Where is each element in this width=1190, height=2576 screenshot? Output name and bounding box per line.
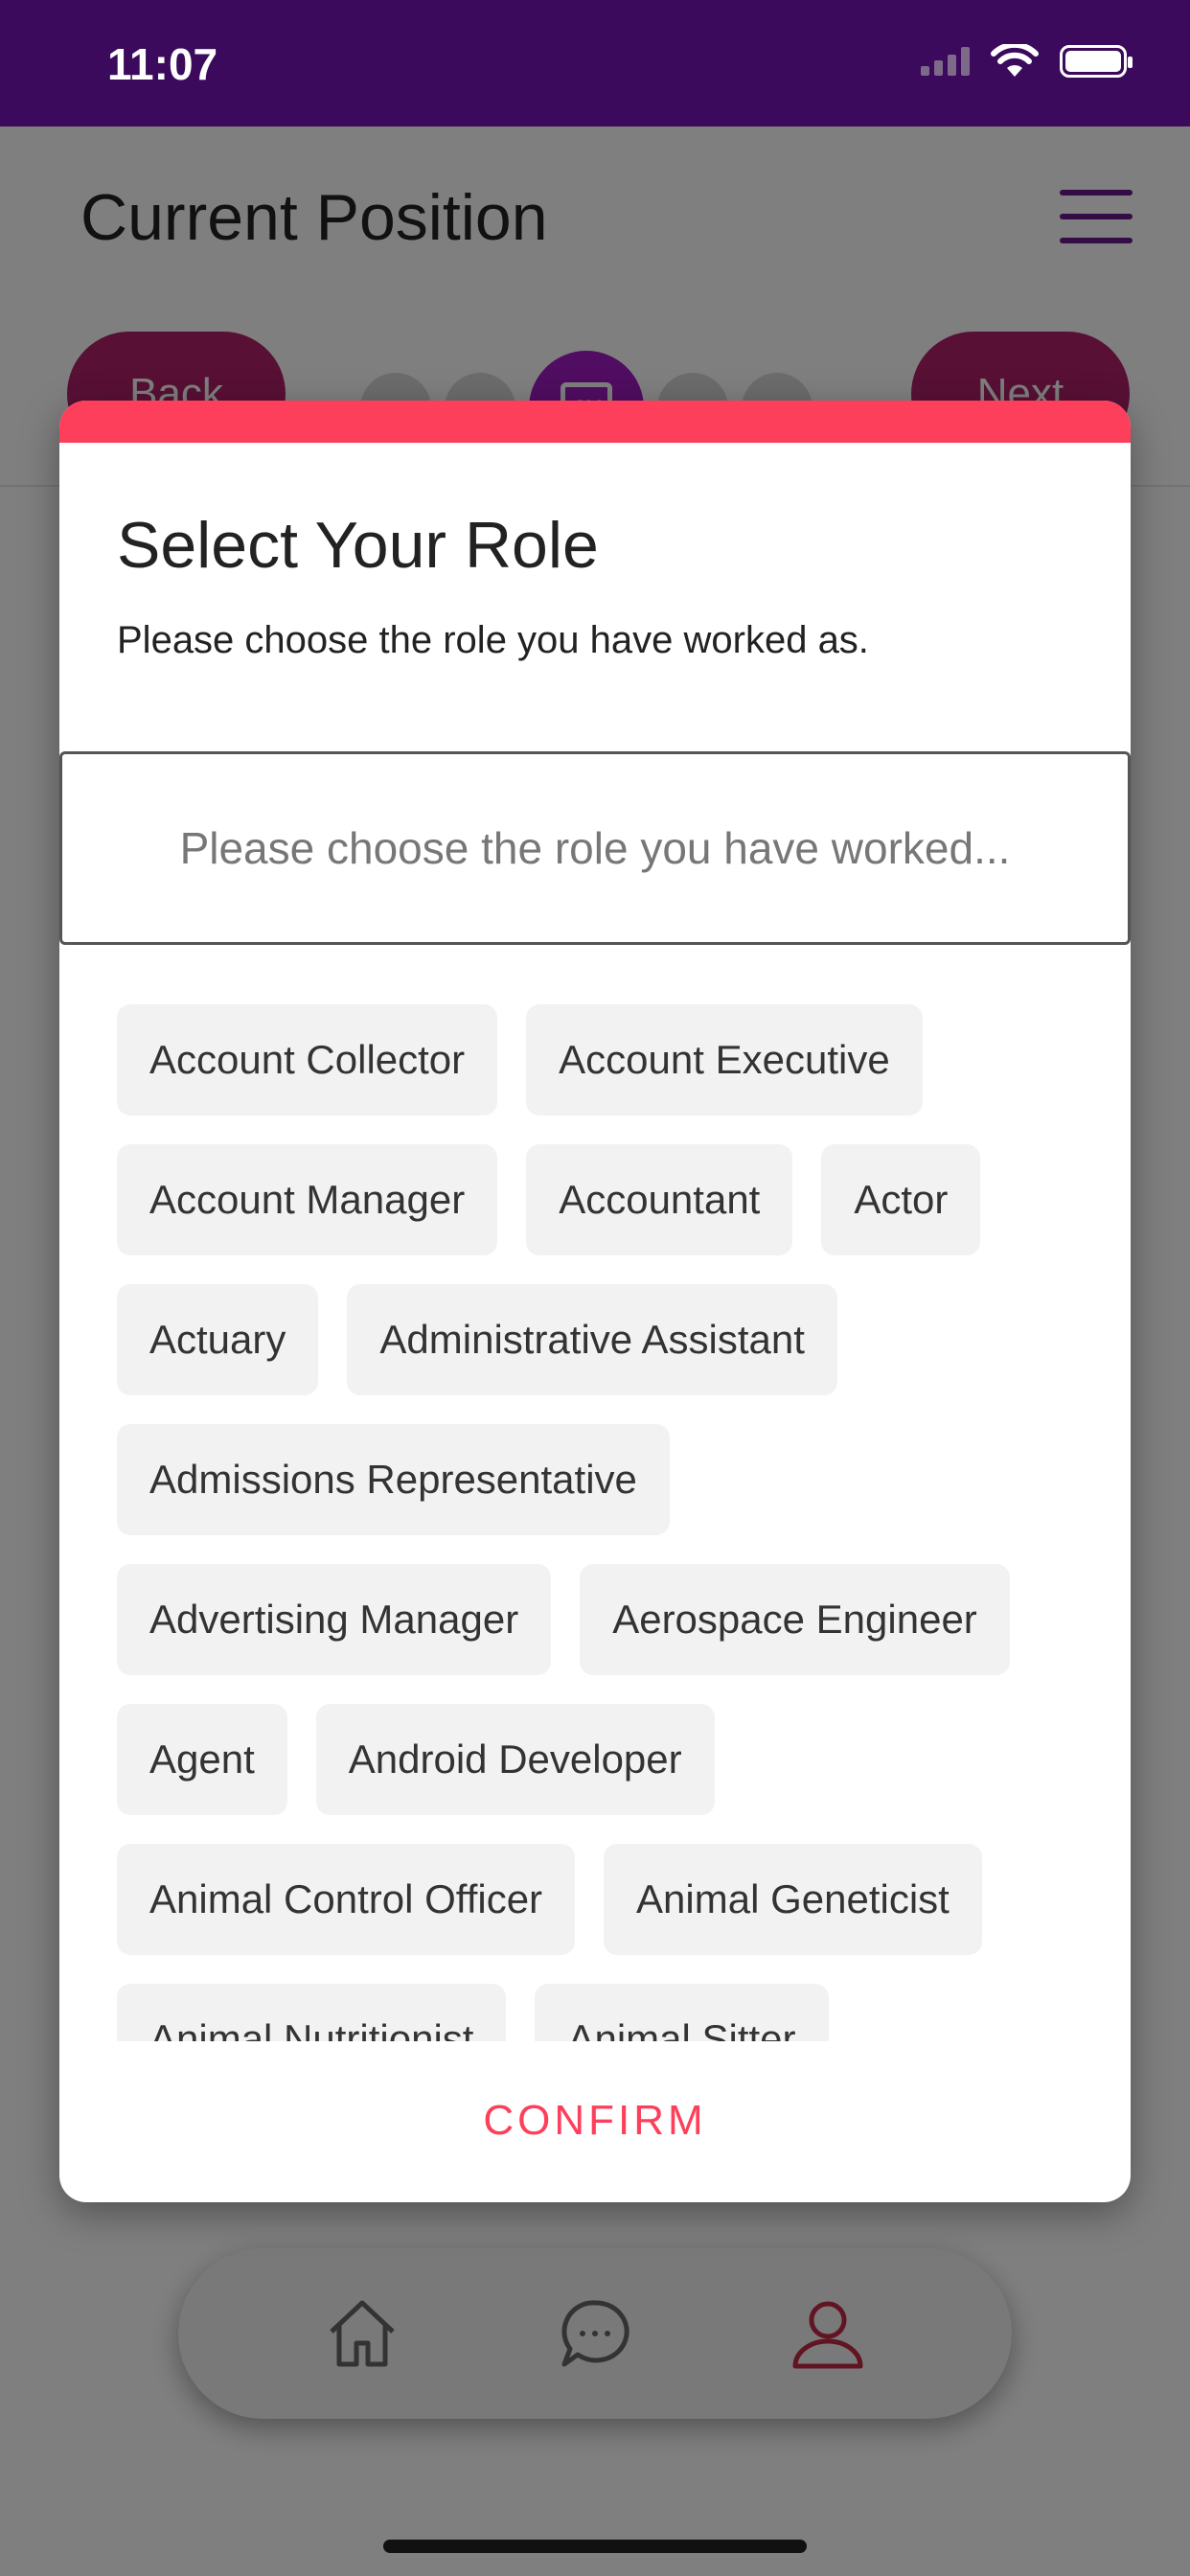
role-chip[interactable]: Accountant (526, 1144, 793, 1255)
role-chip[interactable]: Animal Sitter (535, 1984, 829, 2041)
role-chip[interactable]: Actuary (117, 1284, 319, 1395)
role-chip[interactable]: Agent (117, 1704, 287, 1815)
select-role-dialog: Select Your Role Please choose the role … (59, 401, 1131, 2202)
role-chip[interactable]: Account Manager (117, 1144, 498, 1255)
role-chip-list[interactable]: Account Collector Account Executive Accoun… (117, 1004, 1085, 2041)
confirm-button[interactable]: CONFIRM (59, 2068, 1131, 2174)
role-chip[interactable]: Animal Nutritionist (117, 1984, 507, 2041)
cellular-signal-icon (921, 47, 970, 76)
dialog-accent-bar (59, 401, 1131, 443)
status-time: 11:07 (107, 39, 218, 89)
role-chip[interactable]: Administrative Assistant (347, 1284, 837, 1395)
role-chip[interactable]: Animal Geneticist (604, 1844, 982, 1955)
role-chip[interactable]: Account Executive (526, 1004, 923, 1116)
dialog-title: Select Your Role (117, 509, 599, 582)
role-search-input[interactable] (62, 822, 1128, 874)
home-indicator (383, 2540, 807, 2553)
status-bar: 11:07 (0, 0, 1190, 126)
role-chip[interactable]: Account Collector (117, 1004, 498, 1116)
role-chip[interactable]: Actor (821, 1144, 981, 1255)
wifi-icon (991, 44, 1039, 77)
role-search-field (59, 751, 1131, 945)
status-icons (921, 44, 1133, 79)
role-chip[interactable]: Admissions Representative (117, 1424, 670, 1535)
role-chip[interactable]: Animal Control Officer (117, 1844, 576, 1955)
battery-icon (1060, 45, 1133, 78)
dialog-subtitle: Please choose the role you have worked a… (117, 619, 869, 661)
role-chip[interactable]: Android Developer (315, 1704, 715, 1815)
role-chips: Account Collector Account Executive Accoun… (117, 1004, 1085, 2041)
role-chip[interactable]: Advertising Manager (117, 1564, 552, 1675)
role-chip[interactable]: Aerospace Engineer (580, 1564, 1010, 1675)
